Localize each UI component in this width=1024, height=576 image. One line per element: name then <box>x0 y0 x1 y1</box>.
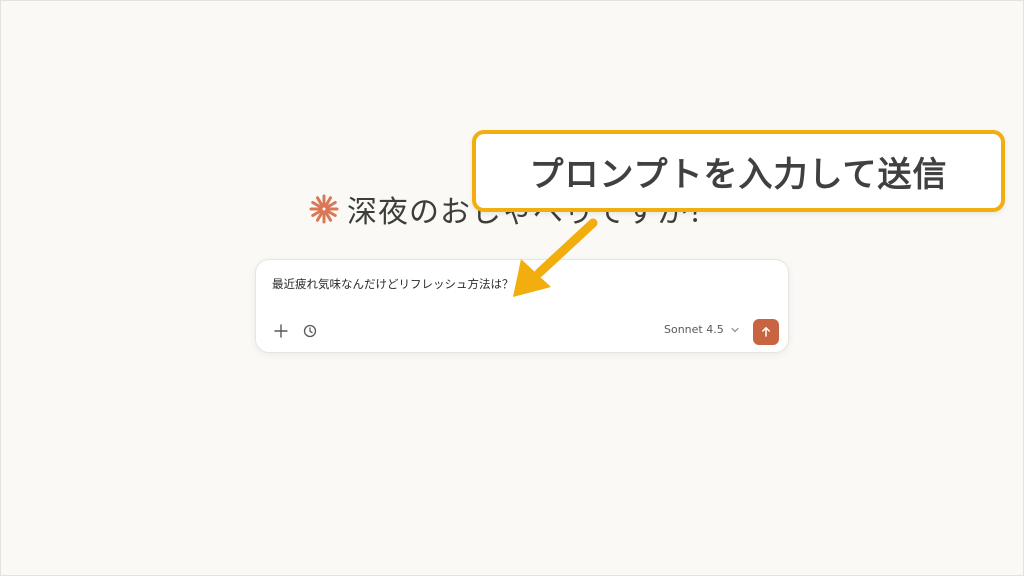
annotation-arrow-icon <box>513 218 598 297</box>
model-selector[interactable]: Sonnet 4.5 <box>664 323 740 336</box>
annotation-callout: プロンプトを入力して送信 <box>472 130 1005 212</box>
model-label: Sonnet 4.5 <box>664 323 724 336</box>
arrow-up-icon <box>762 327 770 337</box>
history-button[interactable] <box>301 322 319 340</box>
send-button[interactable] <box>753 319 779 345</box>
prompt-input[interactable]: 最近疲れ気味なんだけどリフレッシュ方法は？ <box>272 276 514 292</box>
callout-text: プロンプトを入力して送信 <box>529 154 948 195</box>
add-attachment-button[interactable] <box>272 322 290 340</box>
clock-icon <box>303 324 317 338</box>
chevron-down-icon <box>731 327 739 332</box>
plus-icon <box>274 324 288 338</box>
claude-asterisk-icon <box>309 194 339 224</box>
app-window: 深夜のおしゃべりですか？ 最近疲れ気味なんだけどリフレッシュ方法は？ Sonne… <box>0 0 1024 576</box>
